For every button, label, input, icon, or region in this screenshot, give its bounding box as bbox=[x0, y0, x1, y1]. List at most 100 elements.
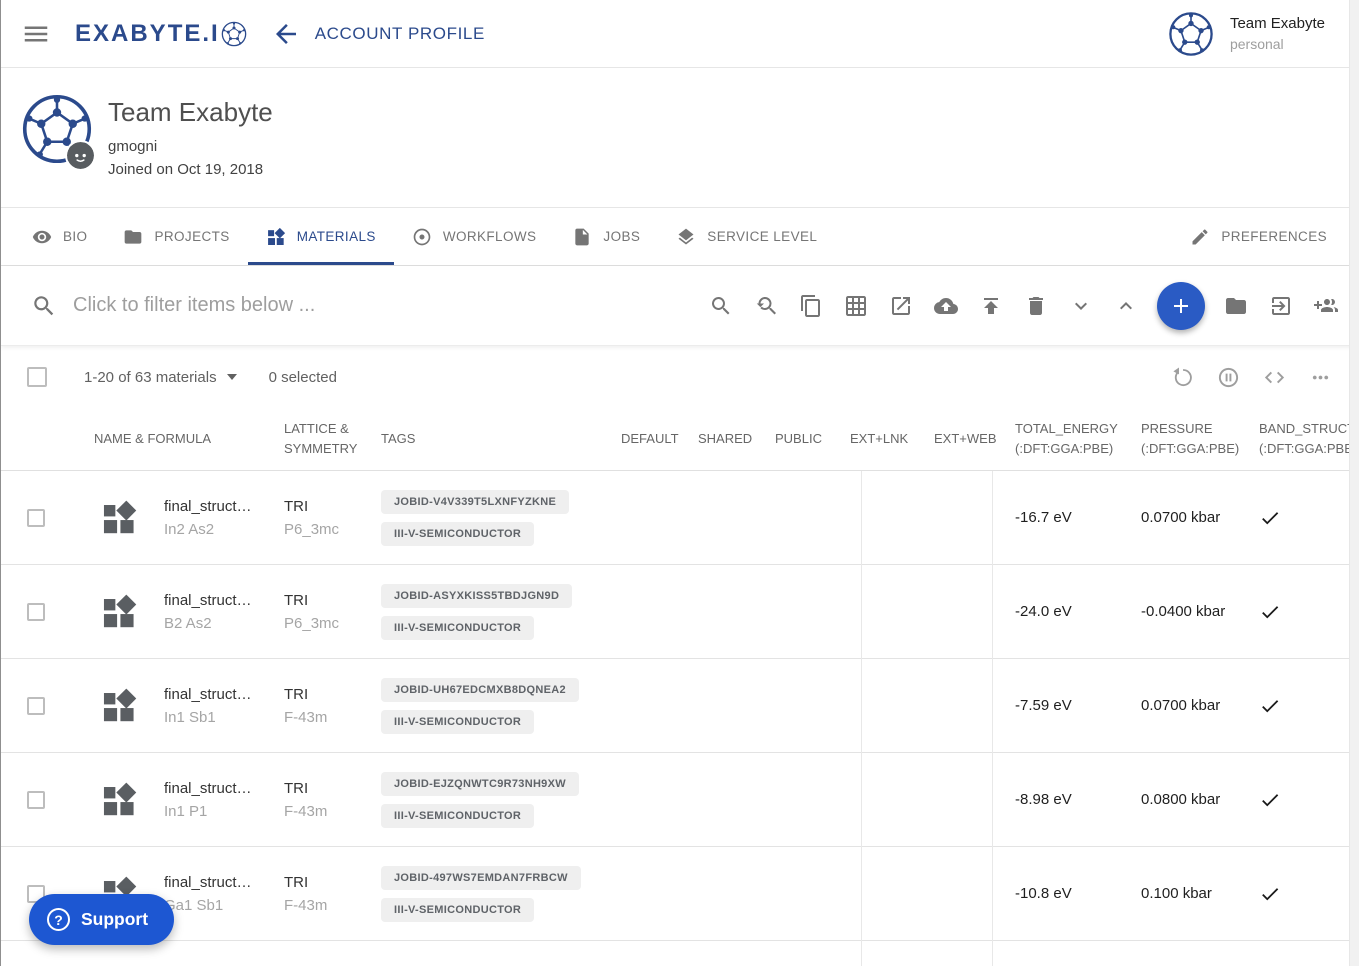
preferences-button[interactable]: PREFERENCES bbox=[1172, 208, 1345, 265]
import-button[interactable] bbox=[1262, 287, 1300, 325]
layers-icon bbox=[678, 228, 694, 245]
cloud-upload-icon bbox=[934, 297, 958, 314]
material-name[interactable]: final_struct… bbox=[164, 592, 278, 609]
vertical-scrollbar[interactable] bbox=[1349, 0, 1359, 966]
material-name[interactable]: final_struct… bbox=[164, 874, 278, 891]
row-checkbox[interactable] bbox=[27, 790, 45, 809]
material-formula: Ga1 Sb1 bbox=[164, 896, 224, 914]
lattice-symmetry-cell: TRI P6_3mc bbox=[284, 471, 380, 564]
lattice-type: TRI bbox=[284, 873, 309, 891]
tab-workflows[interactable]: WORKFLOWS bbox=[394, 208, 555, 265]
name-formula-cell: final_struct… Ga1 Sb1 bbox=[164, 847, 278, 940]
row-checkbox[interactable] bbox=[27, 508, 45, 527]
row-checkbox[interactable] bbox=[27, 602, 45, 621]
tab-materials[interactable]: MATERIALS bbox=[247, 208, 394, 265]
material-name[interactable]: final_struct… bbox=[164, 686, 278, 703]
tag-chip: JOBID-497WS7EMDAN7FRBCW bbox=[381, 865, 581, 890]
account-type: personal bbox=[1229, 36, 1284, 52]
support-button[interactable]: ? Support bbox=[29, 894, 175, 945]
tag-chip: JOBID-V4V339T5LXNFYZKNE bbox=[381, 489, 570, 514]
tab-projects[interactable]: PROJECTS bbox=[105, 208, 247, 265]
filter-input[interactable] bbox=[73, 294, 702, 317]
lattice-symmetry-cell: TRI F-43m bbox=[284, 659, 380, 752]
column-header-ext-web[interactable]: EXT+WEB bbox=[934, 429, 997, 449]
column-header-default[interactable]: DEFAULT bbox=[621, 429, 679, 449]
column-header-lattice[interactable]: LATTICE & SYMMETRY bbox=[284, 419, 357, 459]
chevron-down-icon bbox=[1075, 302, 1087, 310]
tab-label: SERVICE LEVEL bbox=[707, 229, 818, 244]
delete-button[interactable] bbox=[1017, 287, 1055, 325]
profile-username: gmogni bbox=[108, 138, 158, 155]
logo-text: EXABYTE.I bbox=[75, 19, 220, 47]
folder-button[interactable] bbox=[1217, 287, 1255, 325]
material-formula: In1 Sb1 bbox=[164, 708, 216, 726]
upload-button[interactable] bbox=[972, 287, 1010, 325]
dropdown-caret-icon bbox=[226, 374, 237, 380]
band-structure-check-icon bbox=[1262, 793, 1279, 806]
band-structure-check-icon bbox=[1262, 887, 1279, 900]
column-header-shared[interactable]: SHARED bbox=[698, 429, 752, 449]
material-name[interactable]: final_struct… bbox=[164, 498, 278, 515]
table-row: final_struct… In1 P1 TRI F-43m JOBID-EJZ… bbox=[1, 753, 1359, 847]
column-header-pressure[interactable]: PRESSURE (:DFT:GGA:PBE) bbox=[1141, 419, 1239, 459]
tab-bio[interactable]: BIO bbox=[14, 208, 105, 265]
more-options-button[interactable] bbox=[1307, 364, 1333, 390]
selected-count-label: 0 selected bbox=[268, 368, 337, 386]
tab-service-level[interactable]: SERVICE LEVEL bbox=[658, 208, 835, 265]
tabs-spacer bbox=[835, 208, 1172, 265]
add-material-button[interactable] bbox=[1157, 281, 1205, 330]
column-header-tags[interactable]: TAGS bbox=[381, 429, 415, 449]
tag-chip: III-V-SEMICONDUCTOR bbox=[381, 897, 535, 922]
page-title: ACCOUNT PROFILE bbox=[314, 23, 485, 43]
toolbar-actions bbox=[702, 281, 1345, 330]
lattice-symmetry-cell: TRI F-43m bbox=[284, 753, 380, 846]
column-header-public[interactable]: PUBLIC bbox=[775, 429, 822, 449]
pause-button[interactable] bbox=[1215, 364, 1241, 390]
column-header-total-energy[interactable]: TOTAL_ENERGY (:DFT:GGA:PBE) bbox=[1015, 419, 1118, 459]
column-header-name[interactable]: NAME & FORMULA bbox=[94, 429, 211, 449]
search-again-button[interactable] bbox=[747, 287, 785, 325]
tags-cell: JOBID-V4V339T5LXNFYZKNE III-V-SEMICONDUCT… bbox=[381, 471, 570, 564]
symmetry-group: F-43m bbox=[284, 708, 328, 726]
collapse-down-button[interactable] bbox=[1062, 287, 1100, 325]
row-checkbox[interactable] bbox=[27, 696, 45, 715]
total-energy-value: -24.0 eV bbox=[1015, 603, 1072, 620]
name-formula-cell: final_struct… In1 P1 bbox=[164, 753, 278, 846]
column-header-ext-lnk[interactable]: EXT+LNK bbox=[850, 429, 908, 449]
back-button[interactable] bbox=[271, 19, 301, 49]
copy-button[interactable] bbox=[792, 287, 830, 325]
hamburger-icon bbox=[24, 26, 48, 41]
lattice-type: TRI bbox=[284, 779, 309, 797]
grid-view-button[interactable] bbox=[837, 287, 875, 325]
column-header-band-structure[interactable]: BAND_STRUCTURE(:DFT:GGA:PBE) bbox=[1259, 419, 1359, 459]
upload-icon bbox=[984, 297, 998, 314]
select-all-checkbox[interactable] bbox=[27, 367, 47, 387]
tab-label: PROJECTS bbox=[154, 229, 230, 244]
hamburger-menu-button[interactable] bbox=[21, 19, 51, 49]
open-in-new-button[interactable] bbox=[882, 287, 920, 325]
cloud-upload-button[interactable] bbox=[927, 287, 965, 325]
material-name[interactable]: final_struct… bbox=[164, 780, 278, 797]
tag-chip: JOBID-UH67EDCMXB8DQNEA2 bbox=[381, 677, 579, 702]
pause-circle-icon bbox=[1218, 367, 1238, 387]
search-button[interactable] bbox=[702, 287, 740, 325]
materials-count-dropdown[interactable]: 1-20 of 63 materials bbox=[84, 369, 237, 386]
account-switcher[interactable]: Team Exabyte personal bbox=[1168, 11, 1325, 57]
undo-button[interactable] bbox=[1169, 364, 1195, 390]
add-people-button[interactable] bbox=[1307, 287, 1345, 325]
back-arrow-icon bbox=[275, 23, 296, 44]
tab-jobs[interactable]: JOBS bbox=[554, 208, 658, 265]
face-badge-icon bbox=[65, 140, 96, 171]
code-view-button[interactable] bbox=[1261, 364, 1287, 390]
open-in-new-icon bbox=[892, 296, 910, 315]
exabyte-logo[interactable]: EXABYTE.I bbox=[75, 20, 247, 48]
search-icon bbox=[34, 295, 54, 315]
list-controls: 1-20 of 63 materials 0 selected bbox=[1, 346, 1359, 408]
tag-chip: JOBID-EJZQNWTC9R73NH9XW bbox=[381, 771, 579, 796]
pressure-value: 0.0700 kbar bbox=[1141, 509, 1221, 526]
account-profile-page: EXABYTE.I ACCOUNT PROFILE Team Exabyte p… bbox=[0, 0, 1359, 966]
tag-chip: JOBID-ASYXKISS5TBDJGN9D bbox=[381, 583, 573, 608]
name-formula-cell: final_struct… B2 As2 bbox=[164, 565, 278, 658]
collapse-up-button[interactable] bbox=[1107, 287, 1145, 325]
document-icon bbox=[575, 228, 590, 245]
